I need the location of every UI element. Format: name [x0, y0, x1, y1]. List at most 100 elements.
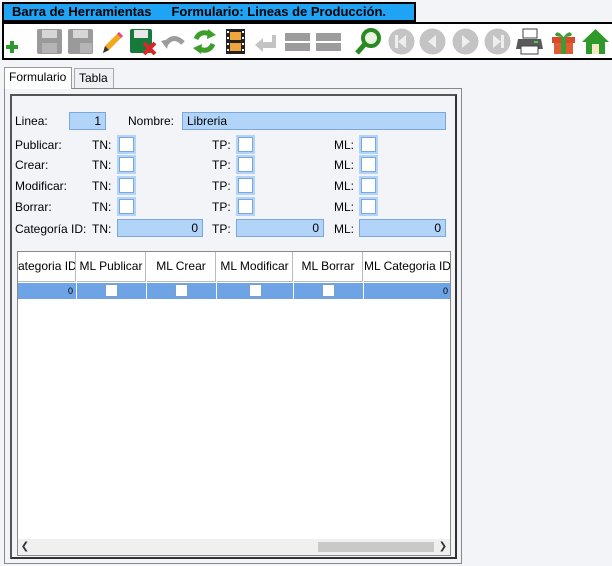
ml-crear-checkbox[interactable] [175, 284, 188, 297]
publicar-tn-checkbox[interactable] [117, 135, 136, 154]
borrar-tp-label: TP: [212, 200, 231, 214]
print-button[interactable] [515, 27, 544, 56]
ml-publicar-checkbox[interactable] [105, 284, 118, 297]
undo-button[interactable] [159, 27, 188, 56]
cell-ml-categoria-id[interactable]: 0 [364, 283, 450, 299]
borrar-ml-checkbox[interactable] [359, 197, 378, 216]
nombre-field[interactable]: Libreria [182, 112, 446, 130]
crear-tp-checkbox[interactable] [236, 155, 255, 174]
last-record-icon [484, 28, 511, 55]
blank-button-1[interactable] [283, 27, 312, 56]
save-cancel-button[interactable] [128, 27, 157, 56]
crear-tn-label: TN: [92, 158, 112, 172]
publicar-tp-checkbox[interactable] [236, 135, 255, 154]
gift-button[interactable] [549, 27, 578, 56]
linea-field[interactable]: 1 [69, 112, 106, 130]
crear-tp-label: TP: [212, 158, 231, 172]
form-inner-frame: Linea: 1 Nombre: Libreria Publicar: TN: … [10, 94, 457, 559]
crear-ml-checkbox[interactable] [359, 155, 378, 174]
publicar-ml-checkbox[interactable] [359, 135, 378, 154]
modificar-label: Modificar: [15, 179, 68, 193]
last-record-button[interactable] [483, 27, 512, 56]
title-bar: Barra de Herramientas Formulario: Lineas … [2, 2, 416, 22]
crear-label: Crear: [15, 158, 49, 172]
previous-record-button[interactable] [418, 27, 447, 56]
categoria-ml-label: ML: [334, 222, 355, 236]
categoria-tp-label: TP: [212, 222, 231, 236]
crear-tn-checkbox[interactable] [117, 155, 136, 174]
modificar-tp-checkbox[interactable] [236, 176, 255, 195]
column-header-categoria-id[interactable]: ategoria ID [18, 252, 76, 282]
column-header-ml-crear[interactable]: ML Crear [147, 252, 216, 282]
categoria-tn-field[interactable]: 0 [117, 219, 203, 237]
ml-modificar-checkbox[interactable] [248, 284, 262, 297]
gift-icon [552, 32, 575, 54]
search-button[interactable] [354, 27, 383, 56]
ml-borrar-checkbox[interactable] [322, 284, 335, 297]
next-record-button[interactable] [451, 27, 480, 56]
add-icon [6, 41, 18, 53]
column-header-ml-borrar[interactable]: ML Borrar [294, 252, 363, 282]
app-title: Barra de Herramientas [12, 4, 152, 19]
publicar-tp-label: TP: [212, 138, 231, 152]
printer-icon [516, 28, 543, 55]
categoria-tn-label: TN: [92, 222, 112, 236]
modificar-ml-label: ML: [334, 179, 355, 193]
cell-ml-borrar[interactable] [294, 283, 364, 299]
crear-ml-label: ML: [334, 158, 355, 172]
data-grid[interactable]: ategoria ID ML Publicar ML Crear ML Modi… [17, 251, 451, 556]
linea-label: Linea: [15, 114, 48, 128]
tab-formulario[interactable]: Formulario [4, 67, 72, 89]
refresh-button[interactable] [190, 27, 219, 56]
back-button[interactable] [252, 27, 281, 56]
tab-tabla[interactable]: Tabla [74, 68, 114, 88]
categoria-label: Categoría ID: [15, 222, 87, 236]
cell-ml-modificar[interactable] [217, 283, 294, 299]
nombre-label: Nombre: [128, 114, 175, 128]
blank-icon [316, 33, 341, 51]
save-as-button[interactable] [66, 27, 95, 56]
blank-icon [285, 33, 310, 51]
film-icon [226, 29, 245, 54]
add-button[interactable] [4, 27, 33, 56]
publicar-tn-label: TN: [92, 138, 112, 152]
film-button[interactable] [221, 27, 250, 56]
column-header-ml-categoria-id[interactable]: ML Categoria ID [364, 252, 450, 282]
publicar-label: Publicar: [15, 138, 62, 152]
save-button[interactable] [35, 27, 64, 56]
home-button[interactable] [581, 27, 610, 56]
first-record-icon [388, 28, 415, 55]
form-title: Formulario: Lineas de Producción. [171, 4, 387, 19]
borrar-tn-checkbox[interactable] [117, 197, 136, 216]
horizontal-scrollbar[interactable]: ❮ ❯ [18, 539, 450, 555]
search-icon [355, 28, 381, 55]
column-header-ml-publicar[interactable]: ML Publicar [77, 252, 146, 282]
scroll-right-icon[interactable]: ❯ [436, 539, 450, 555]
cell-ml-crear[interactable] [147, 283, 217, 299]
first-record-button[interactable] [387, 27, 416, 56]
edit-button[interactable] [97, 27, 126, 56]
blank-button-2[interactable] [314, 27, 343, 56]
scrollbar-thumb[interactable] [318, 542, 434, 552]
scroll-left-icon[interactable]: ❮ [18, 539, 32, 555]
modificar-tp-label: TP: [212, 179, 231, 193]
modificar-tn-checkbox[interactable] [117, 176, 136, 195]
column-header-ml-modificar[interactable]: ML Modificar [217, 252, 293, 282]
categoria-ml-field[interactable]: 0 [359, 219, 446, 237]
home-icon [582, 29, 609, 54]
categoria-tp-field[interactable]: 0 [236, 219, 324, 237]
modificar-ml-checkbox[interactable] [359, 176, 378, 195]
cell-ml-publicar[interactable] [77, 283, 147, 299]
borrar-tp-checkbox[interactable] [236, 197, 255, 216]
modificar-tn-label: TN: [92, 179, 112, 193]
form-panel: Linea: 1 Nombre: Libreria Publicar: TN: … [4, 88, 462, 564]
save-icon [37, 29, 62, 54]
save-cancel-icon [130, 29, 157, 56]
refresh-icon [193, 29, 216, 54]
borrar-tn-label: TN: [92, 200, 112, 214]
cell-categoria-id[interactable]: 0 [18, 283, 77, 299]
undo-icon [161, 36, 185, 49]
publicar-ml-label: ML: [334, 138, 355, 152]
back-arrow-icon [255, 35, 276, 52]
borrar-label: Borrar: [15, 200, 52, 214]
